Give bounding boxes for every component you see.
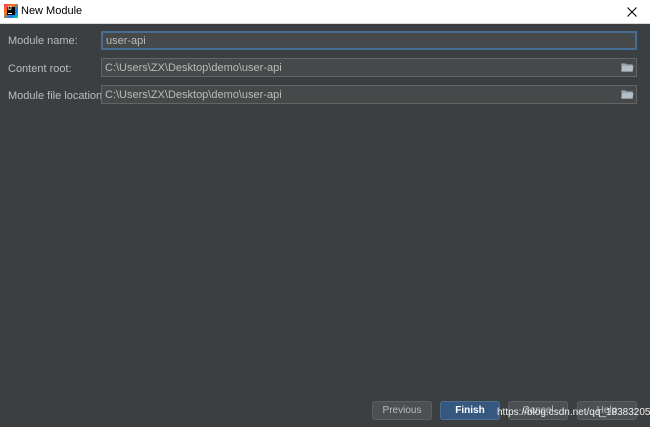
- module-name-label: Module name:: [8, 35, 78, 47]
- module-file-location-field[interactable]: C:\Users\ZX\Desktop\demo\user-api: [101, 85, 637, 104]
- content-root-browse-button[interactable]: [620, 61, 634, 74]
- content-root-row: Content root: C:\Users\ZX\Desktop\demo\u…: [0, 58, 650, 80]
- title-bar: IJ New Module: [0, 0, 650, 24]
- module-file-location-browse-button[interactable]: [620, 88, 634, 101]
- close-button[interactable]: [614, 0, 650, 24]
- window-title: New Module: [21, 5, 83, 17]
- module-file-location-row: Module file location: C:\Users\ZX\Deskto…: [0, 85, 650, 107]
- previous-button[interactable]: Previous: [372, 401, 432, 420]
- content-root-path[interactable]: C:\Users\ZX\Desktop\demo\user-api: [105, 61, 282, 75]
- intellij-idea-icon: IJ: [4, 4, 18, 18]
- content-root-label: Content root:: [8, 63, 72, 75]
- module-file-location-path[interactable]: C:\Users\ZX\Desktop\demo\user-api: [105, 88, 282, 102]
- module-name-input[interactable]: user-api: [101, 31, 637, 50]
- module-file-location-label: Module file location:: [8, 90, 106, 102]
- close-icon: [627, 7, 637, 17]
- watermark-text: https://blog.csdn.net/qq_18383205: [497, 407, 650, 418]
- new-module-dialog: IJ New Module Module name: user-api Cont…: [0, 0, 650, 427]
- finish-button[interactable]: Finish: [440, 401, 500, 420]
- folder-icon: [620, 63, 633, 72]
- module-name-row: Module name: user-api: [0, 31, 650, 53]
- folder-icon: [620, 90, 633, 99]
- content-root-field[interactable]: C:\Users\ZX\Desktop\demo\user-api: [101, 58, 637, 77]
